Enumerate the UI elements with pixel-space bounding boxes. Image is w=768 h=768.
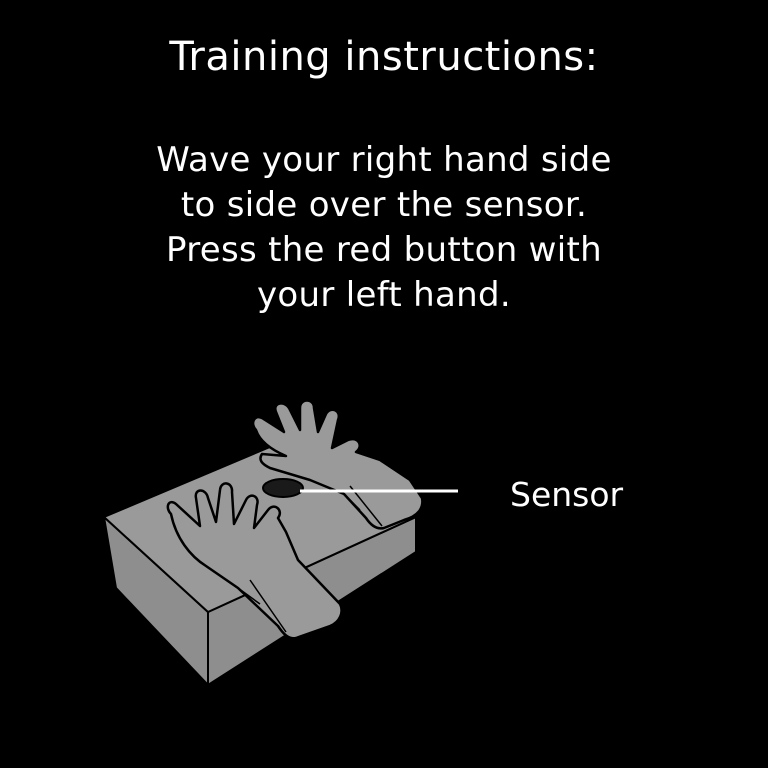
- sensor-label: Sensor: [510, 475, 624, 514]
- training-illustration: [103, 399, 458, 686]
- sensor-icon: [262, 478, 304, 498]
